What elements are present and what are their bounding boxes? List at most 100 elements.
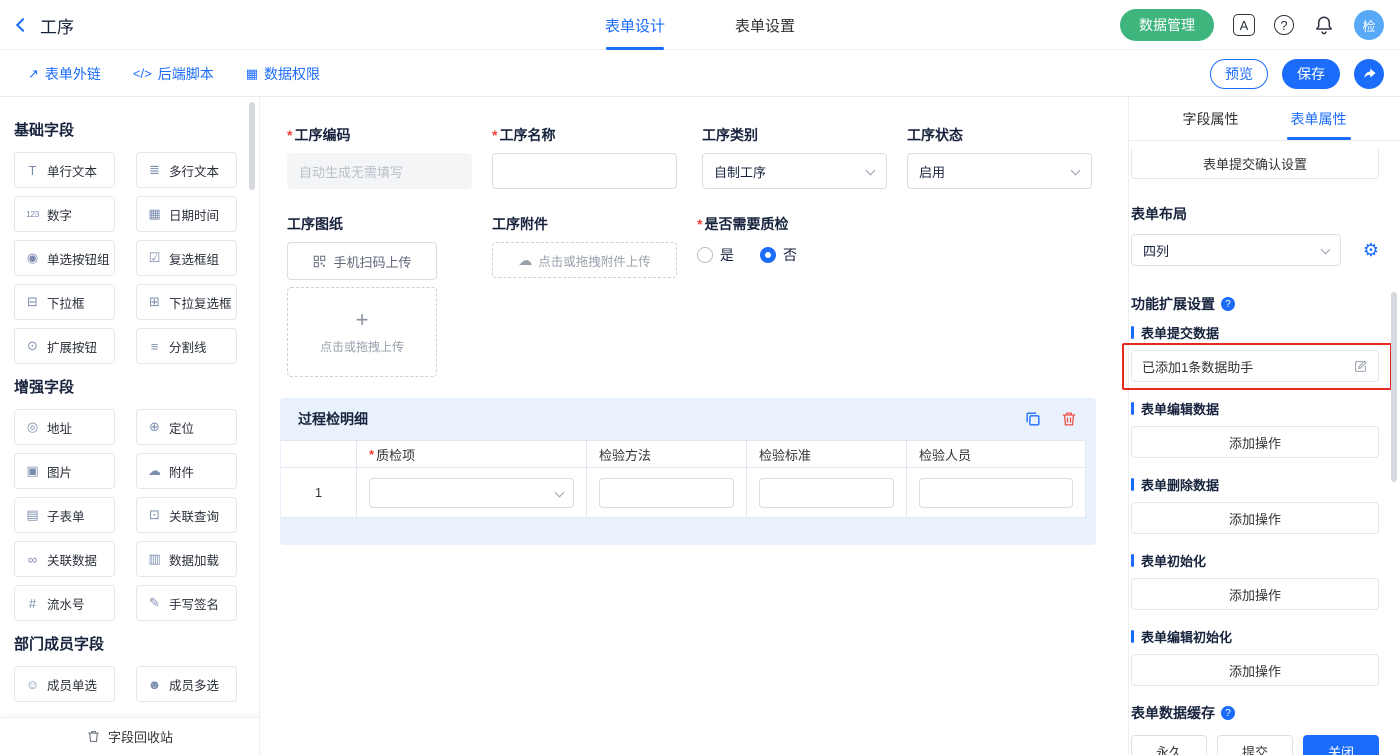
field-item-serial-number[interactable]: #流水号	[14, 585, 115, 621]
quality-item-select[interactable]	[369, 478, 574, 508]
field-item-multi-select[interactable]: ⊞下拉复选框	[136, 284, 237, 320]
field-item-number[interactable]: 123数字	[14, 196, 115, 232]
tab-form-settings[interactable]: 表单设置	[735, 0, 795, 50]
field-item-member-single[interactable]: ☺成员单选	[14, 666, 115, 702]
subtable-header-bar: 过程检明细	[280, 398, 1096, 440]
field-item-subform[interactable]: ▤子表单	[14, 497, 115, 533]
subtable-column-header: 检验人员	[907, 440, 1086, 468]
field-item-linked-query[interactable]: ⊡关联查询	[136, 497, 237, 533]
field-process-status[interactable]: 工序状态 启用	[907, 126, 1092, 189]
prop-section-label: 表单初始化	[1131, 551, 1380, 570]
process-category-select[interactable]: 自制工序	[702, 153, 887, 189]
dropdown-multi-icon: ⊞	[146, 294, 163, 310]
copy-icon[interactable]	[1024, 410, 1042, 428]
field-item-select[interactable]: ⊟下拉框	[14, 284, 115, 320]
column-label: 检验方法	[599, 445, 651, 464]
process-name-input[interactable]	[492, 153, 677, 189]
cache-option-permanent[interactable]: 永久	[1131, 735, 1207, 755]
field-item-single-line-text[interactable]: T单行文本	[14, 152, 115, 188]
form-canvas: *工序编码 自动生成无需填写 *工序名称 工序类别 自制工序 工序状态 启用 工…	[260, 97, 1128, 755]
data-assistant-box[interactable]: 已添加1条数据助手	[1131, 350, 1379, 382]
properties-scrollbar[interactable]	[1391, 292, 1397, 482]
avatar[interactable]: 检	[1354, 10, 1384, 40]
field-item-member-multi[interactable]: ☻成员多选	[136, 666, 237, 702]
trash-icon[interactable]	[1060, 410, 1078, 428]
field-item-multi-line-text[interactable]: ≣多行文本	[136, 152, 237, 188]
add-operation-button[interactable]: 添加操作	[1131, 502, 1379, 534]
radio-group-icon: ◉	[24, 250, 41, 266]
subtable-header-row: *质检项检验方法检验标准检验人员	[281, 440, 1086, 468]
attachment-upload-area[interactable]: ☁ 点击或拖拽附件上传	[492, 242, 677, 278]
field-item-label: 数据加载	[169, 550, 219, 569]
field-item-label: 复选框组	[169, 249, 219, 268]
drag-upload-area[interactable]: + 点击或拖拽上传	[287, 287, 437, 377]
column-label: 检验标准	[759, 445, 811, 464]
toolbar-link-label: 数据权限	[264, 64, 320, 84]
field-item-extend-button[interactable]: ⊙扩展按钮	[14, 328, 115, 364]
sidebar-scrollbar[interactable]	[249, 102, 255, 190]
single-line-text-icon: T	[24, 163, 41, 178]
toolbar-link-data-permission[interactable]: ▦数据权限	[246, 64, 320, 84]
phone-scan-upload-button[interactable]: 手机扫码上传	[287, 242, 437, 280]
field-item-label: 关联数据	[47, 550, 97, 569]
cloud-upload-icon: ☁	[518, 252, 532, 269]
field-process-code[interactable]: *工序编码 自动生成无需填写	[287, 126, 472, 189]
extend-button-icon: ⊙	[24, 338, 41, 354]
data-manage-button[interactable]: 数据管理	[1120, 9, 1214, 41]
help-icon[interactable]: ?	[1221, 297, 1235, 311]
toolbar-link-backend-script[interactable]: </>后端脚本	[133, 64, 214, 84]
field-item-checkbox-group[interactable]: ☑复选框组	[136, 240, 237, 276]
help-icon[interactable]: ?	[1274, 15, 1294, 35]
preview-button[interactable]: 预览	[1210, 59, 1268, 89]
bell-icon[interactable]	[1313, 14, 1335, 36]
field-process-drawing[interactable]: 工序图纸 手机扫码上传 + 点击或拖拽上传	[287, 215, 472, 377]
toolbar-link-form-external-link[interactable]: ↗表单外链	[28, 64, 101, 84]
field-need-inspection[interactable]: *是否需要质检 是 否	[697, 215, 937, 265]
field-item-signature[interactable]: ✎手写签名	[136, 585, 237, 621]
subtable-cell	[357, 468, 587, 518]
save-button[interactable]: 保存	[1282, 59, 1340, 89]
attachment-icon: ☁	[146, 463, 163, 479]
field-item-data-load[interactable]: ▥数据加载	[136, 541, 237, 577]
cache-option-submit[interactable]: 提交	[1217, 735, 1293, 755]
language-icon[interactable]: A	[1233, 14, 1255, 36]
submit-confirm-settings-button[interactable]: 表单提交确认设置	[1131, 149, 1379, 179]
field-item-address[interactable]: ◎地址	[14, 409, 115, 445]
process-inspection-subtable[interactable]: 过程检明细 *质检项检验方法检验标准检验人员 1	[280, 398, 1096, 545]
add-operation-button[interactable]: 添加操作	[1131, 654, 1379, 686]
field-item-location[interactable]: ⊕定位	[136, 409, 237, 445]
add-operation-button[interactable]: 添加操作	[1131, 578, 1379, 610]
field-recycle-bin[interactable]: 字段回收站	[0, 717, 259, 755]
cell-text-input[interactable]	[759, 478, 894, 508]
field-item-linked-data[interactable]: ∞关联数据	[14, 541, 115, 577]
field-process-category[interactable]: 工序类别 自制工序	[702, 126, 887, 189]
prop-section-label: 表单编辑初始化	[1131, 627, 1380, 646]
layout-select[interactable]: 四列	[1131, 234, 1341, 266]
cell-text-input[interactable]	[599, 478, 734, 508]
cell-text-input[interactable]	[919, 478, 1073, 508]
field-item-label: 单选按钮组	[47, 249, 110, 268]
field-item-image[interactable]: ▣图片	[14, 453, 115, 489]
field-process-attachment[interactable]: 工序附件 ☁ 点击或拖拽附件上传	[492, 215, 677, 278]
process-status-select[interactable]: 启用	[907, 153, 1092, 189]
share-button[interactable]	[1354, 59, 1384, 89]
field-item-divider[interactable]: ≡分割线	[136, 328, 237, 364]
chevron-down-icon	[1321, 245, 1331, 255]
field-item-radio-group[interactable]: ◉ 单选按钮组	[14, 240, 115, 276]
add-operation-button[interactable]: 添加操作	[1131, 426, 1379, 458]
field-item-datetime[interactable]: ▦日期时间	[136, 196, 237, 232]
edit-icon[interactable]	[1353, 359, 1368, 374]
tab-form-design[interactable]: 表单设计	[605, 0, 665, 50]
field-item-attachment[interactable]: ☁附件	[136, 453, 237, 489]
help-icon[interactable]: ?	[1221, 706, 1235, 720]
tab-label: 表单设置	[735, 15, 795, 36]
field-process-name[interactable]: *工序名称	[492, 126, 677, 189]
cache-option-close[interactable]: 关闭	[1303, 735, 1379, 755]
chevron-down-icon	[555, 487, 565, 497]
tab-form-properties[interactable]: 表单属性	[1291, 97, 1347, 140]
field-item-label: 定位	[169, 418, 194, 437]
gear-icon[interactable]: ⚙	[1363, 241, 1379, 259]
tab-field-properties[interactable]: 字段属性	[1183, 97, 1239, 140]
radio-option-no[interactable]: 否	[760, 245, 797, 265]
radio-option-yes[interactable]: 是	[697, 245, 734, 265]
